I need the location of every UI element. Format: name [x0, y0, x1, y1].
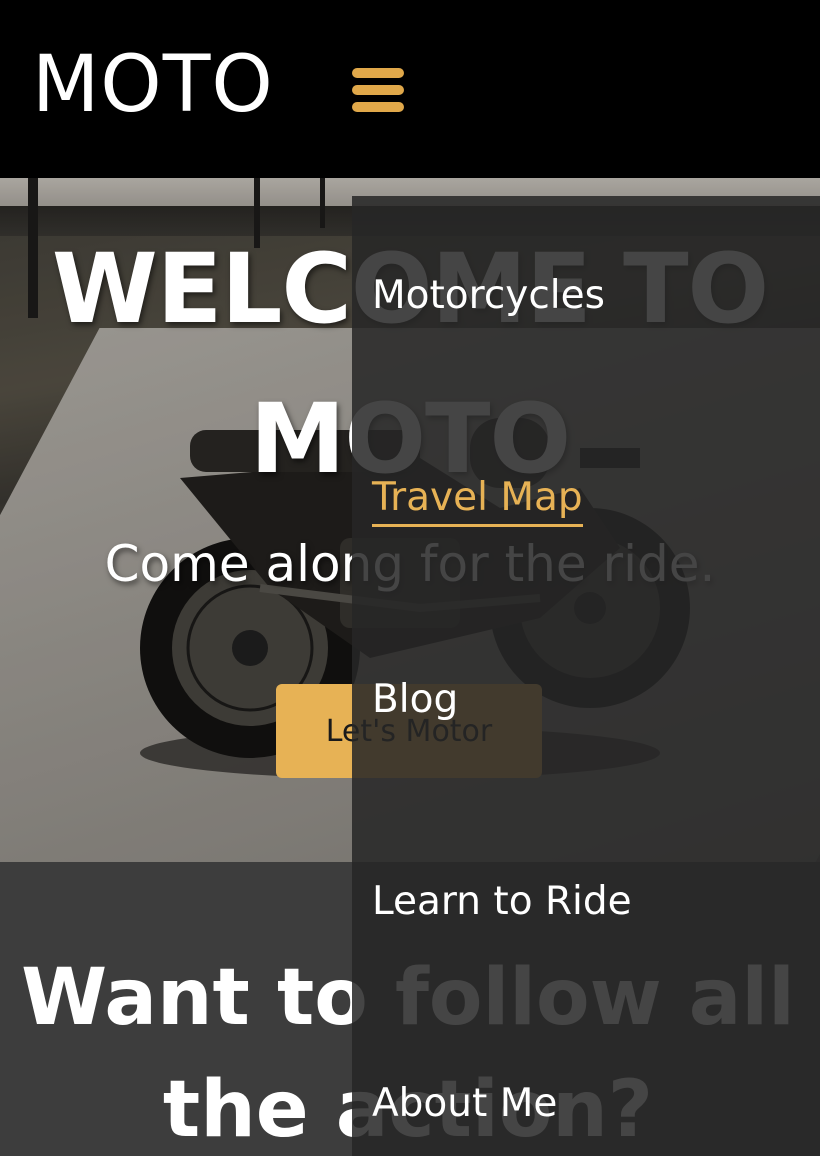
- hamburger-bar: [352, 102, 404, 112]
- nav-item-about-me[interactable]: About Me: [372, 1080, 557, 1128]
- site-header: MOTO: [0, 0, 820, 178]
- hamburger-bar: [352, 85, 404, 95]
- nav-item-learn-to-ride[interactable]: Learn to Ride: [372, 878, 632, 926]
- nav-menu-panel: Motorcycles Travel Map Blog Learn to Rid…: [352, 196, 820, 1156]
- nav-item-blog[interactable]: Blog: [372, 676, 458, 724]
- hamburger-menu-icon[interactable]: [346, 60, 410, 120]
- site-logo[interactable]: MOTO: [32, 46, 274, 124]
- page: MOTO WELCOME Come along Want to the Moto…: [0, 0, 820, 1156]
- nav-item-travel-map[interactable]: Travel Map: [372, 474, 583, 527]
- hamburger-bar: [352, 68, 404, 78]
- nav-item-motorcycles[interactable]: Motorcycles: [372, 272, 605, 320]
